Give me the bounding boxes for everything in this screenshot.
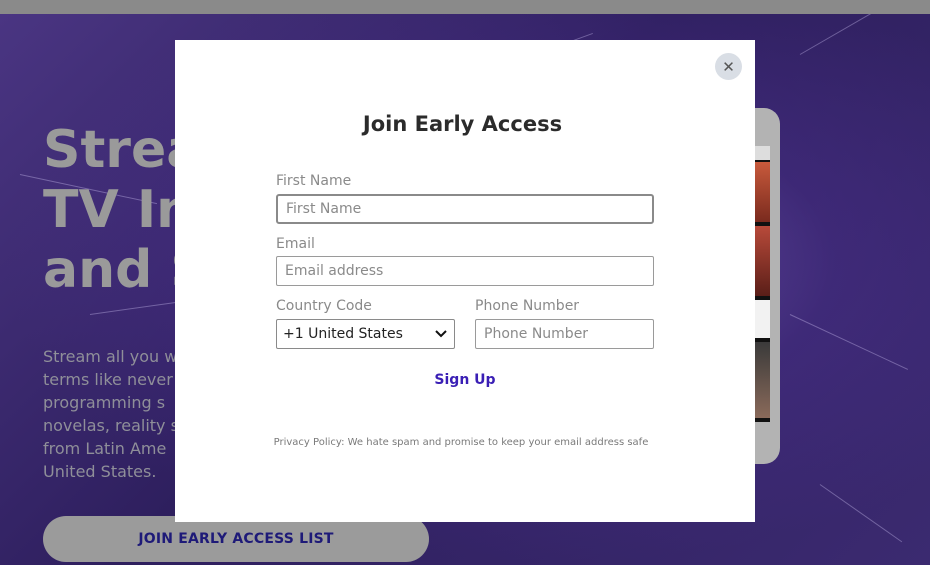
email-input[interactable] — [276, 256, 654, 286]
join-early-access-list-button[interactable]: JOIN EARLY ACCESS LIST — [43, 516, 429, 562]
light-streak — [89, 301, 180, 315]
phone-number-input[interactable] — [475, 319, 654, 349]
light-streak — [799, 14, 896, 55]
first-name-label: First Name — [276, 173, 352, 189]
light-streak — [789, 314, 909, 370]
modal-title: Join Early Access — [362, 112, 563, 136]
country-code-value: +1 United States — [283, 326, 403, 342]
phone-number-label: Phone Number — [475, 298, 580, 314]
close-modal-button[interactable]: ✕ — [715, 53, 742, 80]
early-access-modal: ✕ Join Early Access First Name Email Cou… — [175, 40, 755, 522]
country-code-label: Country Code — [276, 298, 372, 314]
first-name-input[interactable] — [276, 194, 654, 224]
privacy-policy-text: Privacy Policy: We hate spam and promise… — [273, 437, 649, 448]
chevron-down-icon — [434, 327, 448, 341]
country-code-select[interactable]: +1 United States — [276, 319, 455, 349]
sign-up-label: Sign Up — [434, 372, 496, 388]
browser-top-bar — [0, 0, 930, 14]
sign-up-button[interactable]: Sign Up — [175, 372, 755, 388]
email-label: Email — [276, 236, 315, 252]
close-icon: ✕ — [722, 57, 735, 76]
light-streak — [819, 484, 903, 543]
